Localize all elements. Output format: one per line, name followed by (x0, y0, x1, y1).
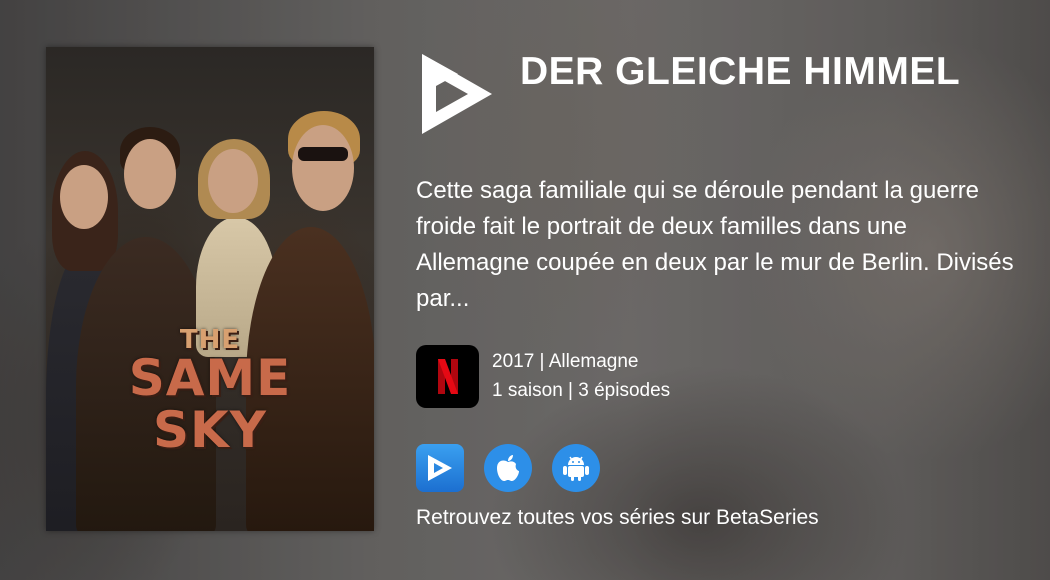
apple-icon (497, 455, 519, 481)
apple-app-button[interactable] (484, 444, 532, 492)
android-icon (563, 456, 589, 481)
poster-title-line2: SKY (153, 401, 267, 459)
betaseries-app-button[interactable] (416, 444, 464, 492)
show-synopsis: Cette saga familiale qui se déroule pend… (416, 177, 1014, 312)
poster-face (208, 149, 258, 213)
poster-face (124, 139, 176, 209)
poster-face (60, 165, 108, 229)
show-title: DER GLEICHE HIMMEL (520, 50, 961, 93)
android-app-button[interactable] (552, 444, 600, 492)
betaseries-icon (428, 455, 452, 481)
betaseries-logo-icon (418, 50, 496, 136)
netflix-icon[interactable] (416, 345, 479, 408)
sunglasses-icon (298, 147, 348, 161)
poster-title-line1: SAME (128, 349, 292, 407)
seasons-episodes: 1 saison | 3 épisodes (492, 380, 671, 401)
show-poster[interactable]: THE SAME SKY (46, 47, 374, 531)
footer-tagline[interactable]: Retrouvez toutes vos séries sur BetaSeri… (416, 506, 819, 530)
show-meta: 2017 | Allemagne 1 saison | 3 épisodes (492, 347, 670, 405)
year-country: 2017 | Allemagne (492, 351, 639, 372)
poster-face (292, 125, 354, 211)
